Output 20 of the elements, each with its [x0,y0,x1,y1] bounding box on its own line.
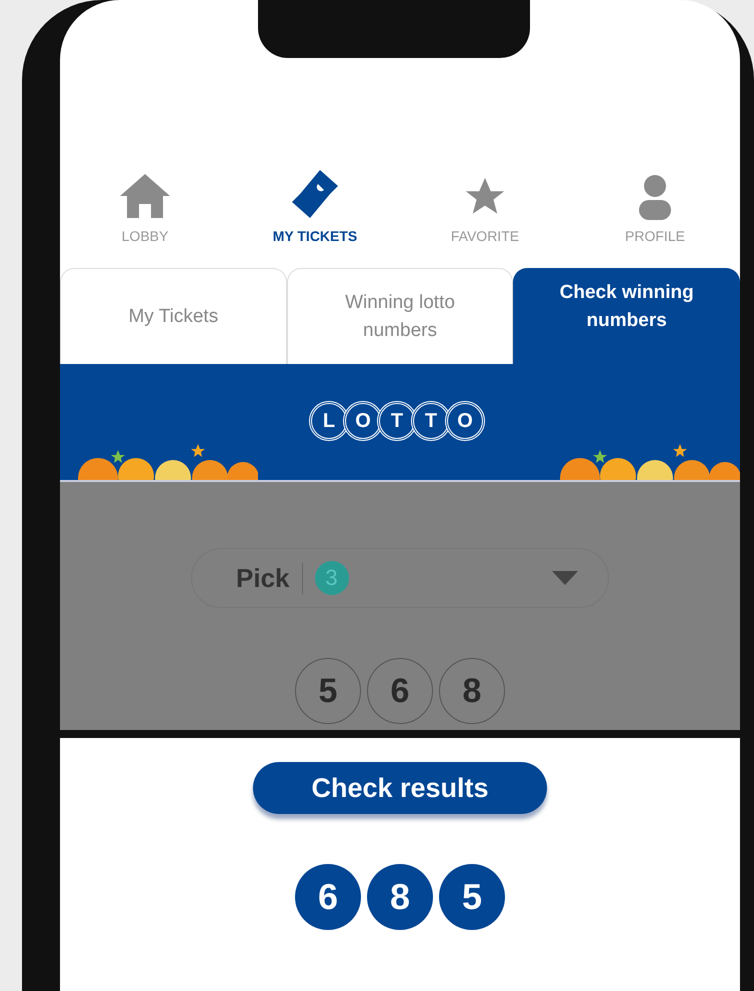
ticket-icon [290,168,340,220]
logo-letter: O [445,401,485,441]
nav-item[interactable]: LOBBY [60,160,230,264]
caret-icon [552,571,578,585]
number-ball: 5 [439,864,505,930]
tab[interactable]: My Tickets [60,268,287,364]
number-ball: 8 [367,864,433,930]
number-ball: 6 [295,864,361,930]
tab[interactable]: Check winning numbers [513,268,740,364]
number-ball: 6 [367,658,433,724]
number-ball: 5 [295,658,361,724]
nav-item[interactable]: FAVORITE [400,160,570,264]
check-results-button[interactable]: Check results [253,762,547,814]
nav-item[interactable]: PROFILE [570,160,740,264]
pick-label: Pick [236,562,302,594]
nav-item[interactable]: MY TICKETS [230,160,400,264]
tab[interactable]: Winning lotto numbers [286,268,514,364]
number-ball: 8 [439,658,505,724]
person-icon [637,174,673,220]
home-icon [118,172,172,220]
